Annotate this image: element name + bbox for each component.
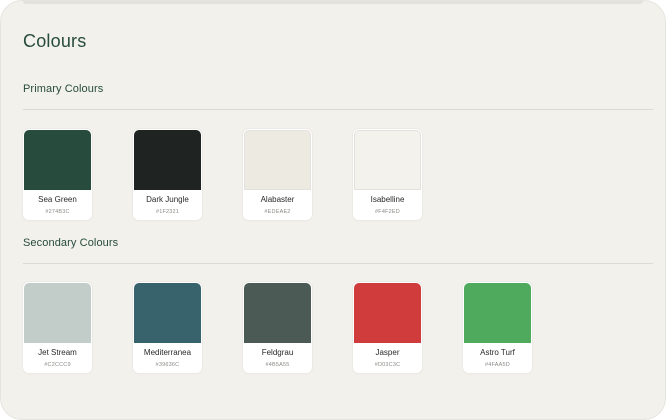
swatch-hex: #39636C <box>155 362 180 368</box>
secondary-divider <box>23 263 653 264</box>
swatch-color-chip <box>354 283 421 343</box>
swatch-name: Jasper <box>375 348 400 357</box>
swatch-card-jasper[interactable]: Jasper #D03C3C <box>353 282 422 373</box>
swatch-color-chip <box>354 130 421 190</box>
swatch-hex: #274B3C <box>45 209 70 215</box>
swatch-name: Sea Green <box>38 195 77 204</box>
swatch-name: Mediterranea <box>143 348 192 357</box>
swatch-card-isabelline[interactable]: Isabelline #F4F2ED <box>353 129 422 220</box>
swatch-card-sea-green[interactable]: Sea Green #274B3C <box>23 129 92 220</box>
swatch-name: Isabelline <box>370 195 405 204</box>
swatch-card-jet-stream[interactable]: Jet Stream #C2CCC9 <box>23 282 92 373</box>
swatch-hex: #F4F2ED <box>375 209 400 215</box>
swatch-color-chip <box>24 130 91 190</box>
swatch-color-chip <box>134 130 201 190</box>
primary-swatch-row: Sea Green #274B3C Dark Jungle #1F2321 Al… <box>23 129 422 220</box>
swatch-hex: #EDEAE2 <box>264 209 291 215</box>
swatch-hex: #1F2321 <box>155 209 180 215</box>
swatch-card-mediterranea[interactable]: Mediterranea #39636C <box>133 282 202 373</box>
swatch-hex: #D03C3C <box>374 362 401 368</box>
swatch-name: Alabaster <box>260 195 295 204</box>
swatch-card-feldgrau[interactable]: Feldgrau #4B5A55 <box>243 282 312 373</box>
swatch-color-chip <box>464 283 531 343</box>
page-title: Colours <box>23 31 87 51</box>
swatch-name: Jet Stream <box>38 348 77 357</box>
swatch-color-chip <box>244 283 311 343</box>
top-edge-divider <box>23 1 643 4</box>
secondary-swatch-row: Jet Stream #C2CCC9 Mediterranea #39636C … <box>23 282 532 373</box>
swatch-hex: #C2CCC9 <box>44 362 71 368</box>
swatch-color-chip <box>24 283 91 343</box>
primary-section-title: Primary Colours <box>23 83 104 95</box>
colour-palette-panel: Colours Primary Colours Sea Green #274B3… <box>0 0 666 420</box>
swatch-card-alabaster[interactable]: Alabaster #EDEAE2 <box>243 129 312 220</box>
swatch-card-astro-turf[interactable]: Astro Turf #4FAA5D <box>463 282 532 373</box>
swatch-color-chip <box>134 283 201 343</box>
swatch-color-chip <box>244 130 311 190</box>
swatch-hex: #4FAA5D <box>485 362 510 368</box>
swatch-name: Feldgrau <box>261 348 294 357</box>
primary-divider <box>23 109 653 110</box>
swatch-card-dark-jungle[interactable]: Dark Jungle #1F2321 <box>133 129 202 220</box>
secondary-section-title: Secondary Colours <box>23 237 119 249</box>
swatch-hex: #4B5A55 <box>265 362 290 368</box>
swatch-name: Astro Turf <box>480 348 515 357</box>
swatch-name: Dark Jungle <box>146 195 189 204</box>
